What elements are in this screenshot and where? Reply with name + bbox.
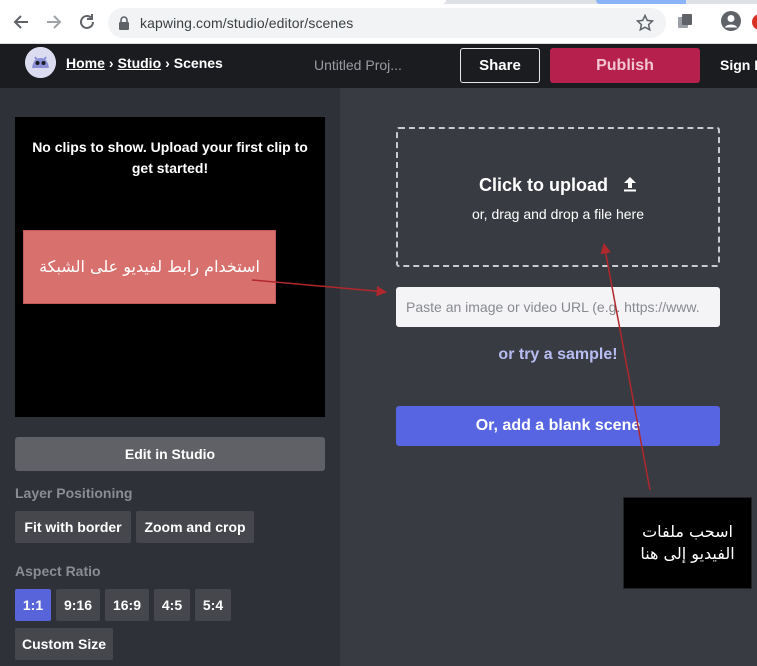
star-icon[interactable]: [635, 13, 655, 37]
custom-size-button[interactable]: Custom Size: [15, 628, 113, 660]
notification-badge: [752, 14, 757, 30]
url-annotation-callout: استخدام رابط لفيديو على الشبكة: [23, 230, 276, 304]
reload-icon[interactable]: [75, 10, 99, 34]
project-title[interactable]: Untitled Proj...: [314, 57, 402, 73]
aspect-5-4-button[interactable]: 5:4: [195, 589, 231, 621]
drag-annotation-callout: اسحب ملفات الفيديو إلى هنا: [623, 497, 752, 589]
edit-in-studio-button[interactable]: Edit in Studio: [15, 437, 325, 471]
aspect-ratio-label: Aspect Ratio: [15, 563, 101, 579]
upload-subtitle: or, drag and drop a file here: [471, 206, 644, 222]
extension-icon[interactable]: [676, 12, 694, 35]
breadcrumb: Home › Studio › Scenes: [66, 55, 223, 71]
try-sample-link[interactable]: or try a sample!: [396, 346, 720, 364]
kapwing-logo[interactable]: [25, 47, 56, 78]
back-arrow-icon[interactable]: [9, 10, 33, 34]
upload-title-text: Click to upload: [478, 175, 608, 195]
upload-dropzone[interactable]: Click to upload or, drag and drop a file…: [396, 127, 720, 267]
active-tab[interactable]: [0, 0, 446, 4]
publish-button[interactable]: Publish: [550, 48, 700, 83]
sign-in-link[interactable]: Sign In: [720, 57, 757, 73]
add-blank-scene-button[interactable]: Or, add a blank scene: [396, 406, 720, 446]
browser-toolbar: kapwing.com/studio/editor/scenes: [0, 0, 757, 44]
breadcrumb-separator: ›: [165, 55, 170, 71]
url-text[interactable]: kapwing.com/studio/editor/scenes: [140, 15, 353, 31]
other-tab[interactable]: [596, 0, 686, 4]
breadcrumb-current: Scenes: [173, 55, 223, 71]
aspect-16-9-button[interactable]: 16:9: [105, 589, 149, 621]
layer-positioning-label: Layer Positioning: [15, 485, 133, 501]
forward-arrow-icon[interactable]: [42, 10, 66, 34]
empty-preview-message: No clips to show. Upload your first clip…: [32, 139, 308, 176]
share-button[interactable]: Share: [460, 48, 540, 83]
aspect-4-5-button[interactable]: 4:5: [154, 589, 190, 621]
left-panel: No clips to show. Upload your first clip…: [0, 88, 340, 666]
upload-icon: [623, 176, 637, 197]
fit-with-border-button[interactable]: Fit with border: [15, 511, 131, 543]
zoom-and-crop-button[interactable]: Zoom and crop: [136, 511, 254, 543]
breadcrumb-separator: ›: [108, 55, 114, 71]
upload-title: Click to upload: [398, 175, 718, 197]
aspect-1-1-button[interactable]: 1:1: [15, 589, 51, 621]
lock-icon: [118, 16, 130, 35]
account-icon[interactable]: [720, 10, 742, 37]
breadcrumb-home[interactable]: Home: [66, 55, 105, 71]
breadcrumb-studio[interactable]: Studio: [118, 55, 162, 71]
app-header: Home › Studio › Scenes Untitled Proj... Shar…: [0, 44, 757, 88]
aspect-9-16-button[interactable]: 9:16: [56, 589, 100, 621]
media-url-input[interactable]: [396, 287, 720, 327]
address-bar[interactable]: kapwing.com/studio/editor/scenes: [108, 8, 666, 38]
